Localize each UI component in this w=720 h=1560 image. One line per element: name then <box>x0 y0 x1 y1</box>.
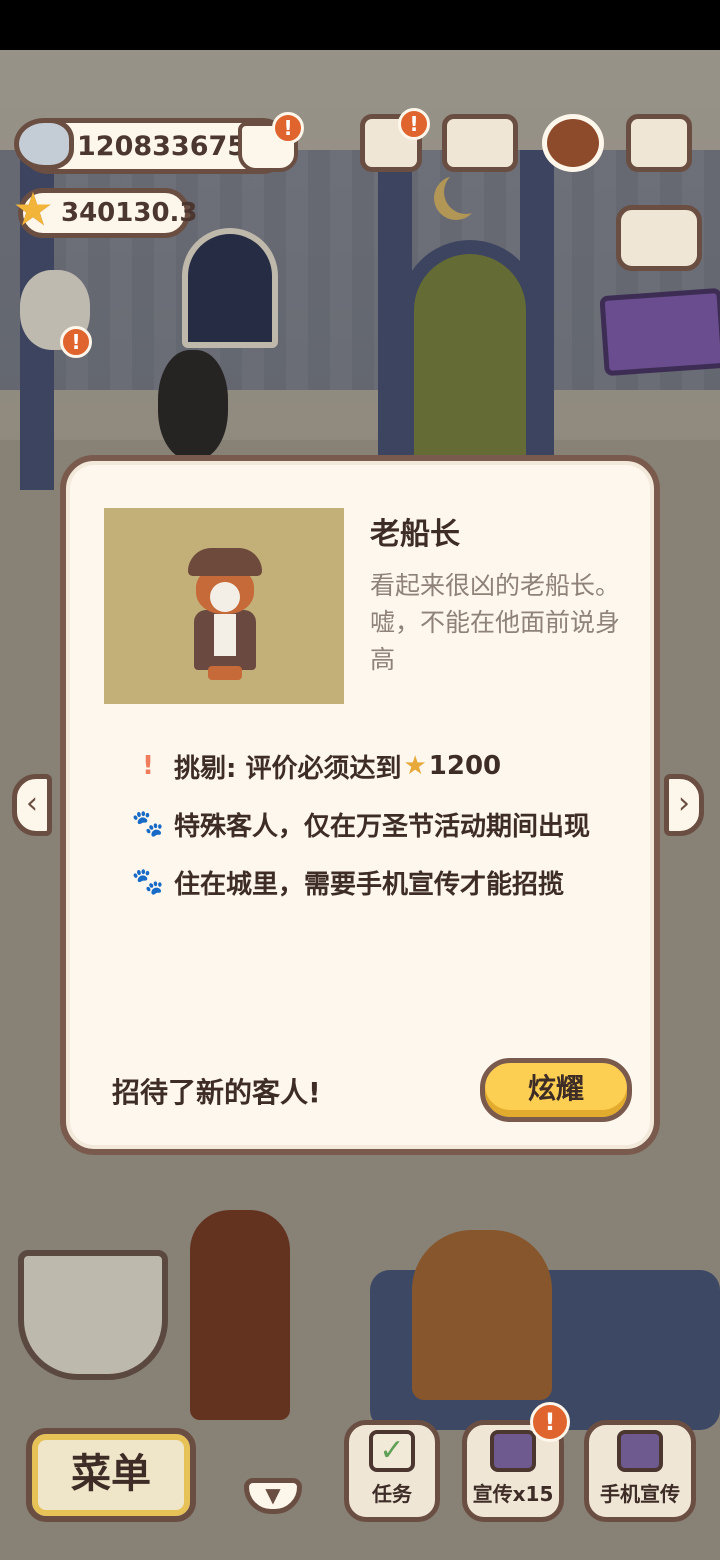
paw-book-icon[interactable] <box>442 114 518 172</box>
shop-storefront-icon[interactable] <box>626 114 692 172</box>
trait-picky-label: 挑剔: 评价必须达到 <box>174 753 402 784</box>
chevron-right-icon[interactable]: › <box>664 774 704 836</box>
trait-picky: ! 挑剔: 评价必须达到 ★ 1200 <box>122 737 642 795</box>
fish-count: 1208336757 <box>77 130 265 162</box>
task-button[interactable]: ✓ 任务 <box>344 1420 440 1522</box>
trait-city-text: 住在城里，需要手机宣传才能招揽 <box>174 869 565 900</box>
cart-alert-badge: ! <box>272 112 304 144</box>
star-icon: ★ <box>403 751 427 781</box>
show-off-button[interactable]: 炫耀 <box>480 1058 632 1122</box>
phone-promote-label: 手机宣传 <box>600 1482 680 1506</box>
trait-special-text: 特殊客人，仅在万圣节活动期间出现 <box>174 811 591 842</box>
promote-alert-badge: ! <box>530 1402 570 1442</box>
trait-city: 🐾 住在城里，需要手机宣传才能招揽 <box>122 853 642 911</box>
phone-promote-button[interactable]: 手机宣传 <box>584 1420 696 1522</box>
customer-name: 老船长 <box>370 517 460 552</box>
customer-traits-list: ! 挑剔: 评价必须达到 ★ 1200 🐾 特殊客人，仅在万圣节活动期间出现 🐾… <box>122 737 642 911</box>
cat-alert-badge: ! <box>60 326 92 358</box>
paw-icon: 🐾 <box>131 809 165 839</box>
menu-button[interactable]: 菜单 <box>26 1428 196 1522</box>
star-rating-value: 340130.3 <box>61 198 198 228</box>
task-button-label: 任务 <box>372 1482 412 1506</box>
wall-poster <box>599 287 720 377</box>
checkbox-icon: ✓ <box>369 1430 415 1472</box>
fish-icon <box>14 118 74 170</box>
chevron-left-icon[interactable]: ‹ <box>12 774 52 836</box>
trait-special: 🐾 特殊客人，仅在万圣节活动期间出现 <box>122 795 642 853</box>
exclamation-icon: ! <box>142 751 154 781</box>
star-icon: ★ <box>12 182 54 236</box>
customer-description: 看起来很凶的老船长。嘘，不能在他面前说身高 <box>370 571 621 674</box>
sort-toggle-icon[interactable] <box>616 205 702 271</box>
customer-portrait <box>104 508 344 704</box>
flyer-icon <box>490 1430 536 1472</box>
promote-button-label: 宣传x15 <box>472 1482 554 1506</box>
paw-icon: 🐾 <box>131 867 165 897</box>
new-customer-dialog: 老船长 看起来很凶的老船长。嘘，不能在他面前说身高 ! 挑剔: 评价必须达到 ★… <box>60 455 660 1155</box>
captain-dog-illustration <box>188 548 262 680</box>
new-customer-message: 招待了新的客人! <box>112 1076 321 1109</box>
trait-picky-value: 1200 <box>428 751 502 781</box>
mailbox-alert-badge: ! <box>398 108 430 140</box>
phone-icon <box>617 1430 663 1472</box>
gear-icon[interactable] <box>542 114 604 172</box>
